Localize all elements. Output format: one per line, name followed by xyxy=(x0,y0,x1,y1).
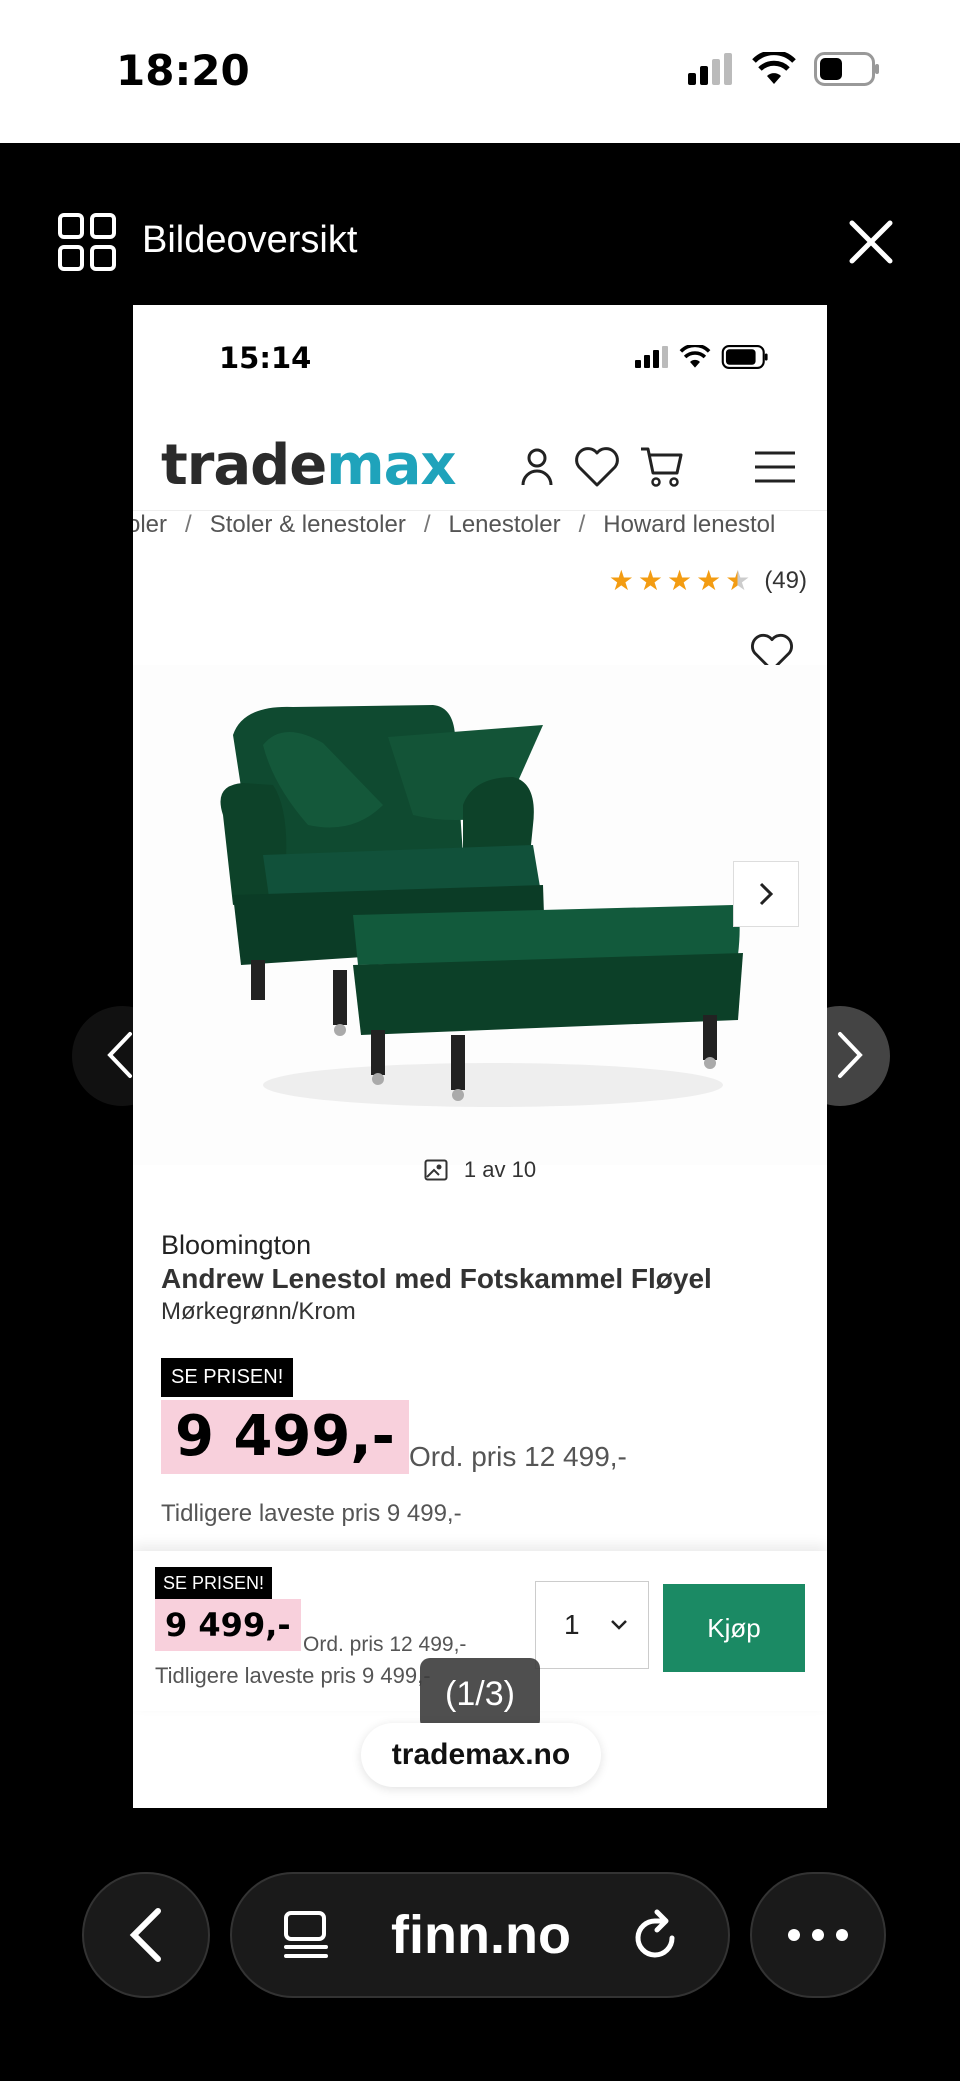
product-title: Andrew Lenestol med Fotskammel Fløyel xyxy=(161,1263,712,1294)
product-brand[interactable]: Bloomington xyxy=(161,1230,311,1261)
product-image[interactable] xyxy=(133,665,827,1165)
more-icon xyxy=(788,1929,848,1941)
image-icon xyxy=(424,1159,448,1181)
grid-icon[interactable] xyxy=(58,213,116,271)
chevron-left-icon xyxy=(107,1032,132,1078)
url-text[interactable]: finn.no xyxy=(391,1904,571,1966)
breadcrumb: oler/Stoler & lenestoler/Lenestoler/Howa… xyxy=(133,510,827,546)
sticky-ordinary-price: Ord. pris 12 499,- xyxy=(303,1633,467,1656)
breadcrumb-item[interactable]: Lenestoler xyxy=(448,511,560,539)
trademax-logo[interactable]: trademax xyxy=(161,433,457,498)
sticky-lowest-price: Tidligere laveste pris 9 499,- xyxy=(155,1663,431,1688)
product-price: 9 499,- xyxy=(161,1400,409,1474)
chevron-right-icon xyxy=(838,1032,863,1078)
image-next-button[interactable] xyxy=(733,861,799,927)
page-counter: (1/3) xyxy=(420,1658,540,1730)
battery-icon xyxy=(721,345,768,369)
price-badge: SE PRISEN! xyxy=(161,1358,294,1397)
chevron-down-icon xyxy=(611,1620,627,1630)
buy-button[interactable]: Kjøp xyxy=(663,1584,805,1672)
chevron-left-icon xyxy=(129,1908,161,1962)
address-bar[interactable]: finn.no xyxy=(230,1872,730,1998)
star-icon: ★ xyxy=(608,565,634,596)
outer-status-icons xyxy=(688,52,880,86)
viewer-title[interactable]: Bildeoversikt xyxy=(142,219,357,262)
wifi-icon xyxy=(679,345,711,368)
close-icon[interactable] xyxy=(848,219,894,265)
image-counter-text: 1 av 10 xyxy=(463,1157,537,1182)
reader-icon[interactable] xyxy=(280,1909,332,1961)
inner-status-icons xyxy=(635,345,769,369)
ordinary-price: Ord. pris 12 499,- xyxy=(409,1441,627,1472)
signal-icon xyxy=(635,346,668,368)
more-button[interactable] xyxy=(750,1872,886,1998)
battery-icon xyxy=(814,52,879,86)
back-button[interactable] xyxy=(82,1872,210,1998)
cart-icon[interactable] xyxy=(639,445,683,489)
star-icon: ★ xyxy=(696,565,722,596)
star-icon: ★ xyxy=(637,565,663,596)
embedded-screenshot: 15:14 trademax ler / Stoler & lenestoler… xyxy=(133,305,827,1808)
inner-status-time: 15:14 xyxy=(219,341,312,375)
product-variant: Mørkegrønn/Krom xyxy=(161,1298,356,1325)
quantity-value: 1 xyxy=(564,1609,580,1640)
quantity-select[interactable]: 1 xyxy=(535,1581,649,1669)
sticky-price-badge: SE PRISEN! xyxy=(155,1567,273,1600)
wifi-icon xyxy=(752,52,796,84)
sticky-price: 9 499,- xyxy=(155,1599,301,1651)
half-star-icon: ★ xyxy=(725,565,751,596)
viewer-header: Bildeoversikt xyxy=(0,143,960,305)
reload-icon[interactable] xyxy=(630,1908,680,1962)
chevron-right-icon xyxy=(759,882,774,906)
outer-status-bar: 18:20 xyxy=(0,0,960,143)
signal-icon xyxy=(688,53,732,85)
image-counter: 1 av 10 xyxy=(133,1157,827,1183)
domain-pill[interactable]: trademax.no xyxy=(361,1723,601,1787)
breadcrumb-item[interactable]: Stoler & lenestoler xyxy=(210,511,406,539)
outer-status-time: 18:20 xyxy=(116,46,250,95)
lowest-price: Tidligere laveste pris 9 499,- xyxy=(161,1500,462,1527)
user-icon[interactable] xyxy=(515,445,559,489)
site-header: trademax xyxy=(133,405,827,515)
star-icon: ★ xyxy=(666,565,693,596)
rating-count: (49) xyxy=(764,567,807,594)
rating[interactable]: ★ ★ ★ ★ ★ (49) xyxy=(609,567,807,595)
breadcrumb-item[interactable]: Howard lenestol xyxy=(603,511,775,539)
menu-icon[interactable] xyxy=(753,445,797,489)
heart-icon[interactable] xyxy=(573,445,621,489)
breadcrumb-item[interactable]: oler xyxy=(133,511,167,539)
